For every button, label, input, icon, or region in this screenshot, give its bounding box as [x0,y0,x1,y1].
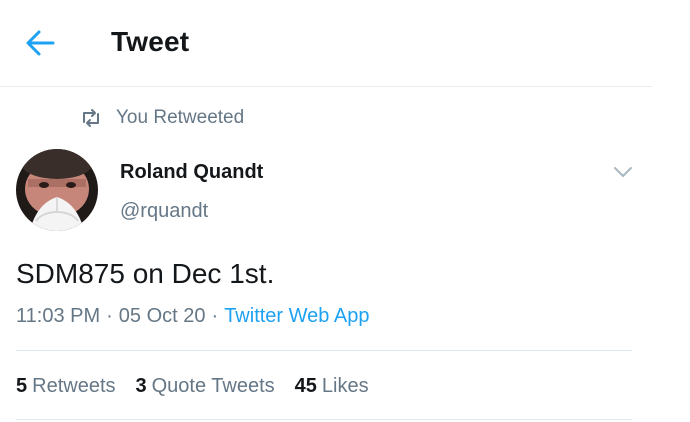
avatar[interactable] [16,149,98,231]
top-bar: Tweet [0,0,652,87]
tweet-text: SDM875 on Dec 1st. [16,258,275,289]
retweets-count: 5 [16,375,28,397]
retweet-context-label: You Retweeted [116,107,245,128]
quote-tweets-stat[interactable]: 3 Quote Tweets [136,375,275,398]
retweet-context: You Retweeted [80,106,244,130]
meta-separator: · [106,305,113,327]
divider [16,350,632,351]
likes-label: Likes [321,375,369,397]
chevron-down-icon [614,167,632,177]
avatar-image [16,149,98,231]
likes-stat[interactable]: 45 Likes [295,375,369,398]
quote-tweets-count: 3 [135,375,147,397]
tweet-date: 05 Oct 20 [118,305,206,327]
tweet-meta: 11:03 PM · 05 Oct 20 · Twitter Web App [16,305,369,328]
more-options-button[interactable] [612,162,634,182]
quote-tweets-label: Quote Tweets [151,375,275,397]
tweet-stats: 5 Retweets 3 Quote Tweets 45 Likes [16,375,389,398]
page-title: Tweet [111,26,190,57]
retweets-stat[interactable]: 5 Retweets [16,375,116,398]
retweets-label: Retweets [32,375,116,397]
divider [16,419,632,420]
likes-count: 45 [294,375,317,397]
retweet-icon [83,109,99,127]
arrow-left-icon [26,30,55,56]
meta-separator: · [211,305,219,327]
tweet-time: 11:03 PM [16,305,101,327]
back-button[interactable] [24,28,56,58]
author-handle: @rquandt [120,200,209,222]
tweet-source-link[interactable]: Twitter Web App [224,305,369,327]
author-name[interactable]: Roland Quandt [120,161,263,184]
